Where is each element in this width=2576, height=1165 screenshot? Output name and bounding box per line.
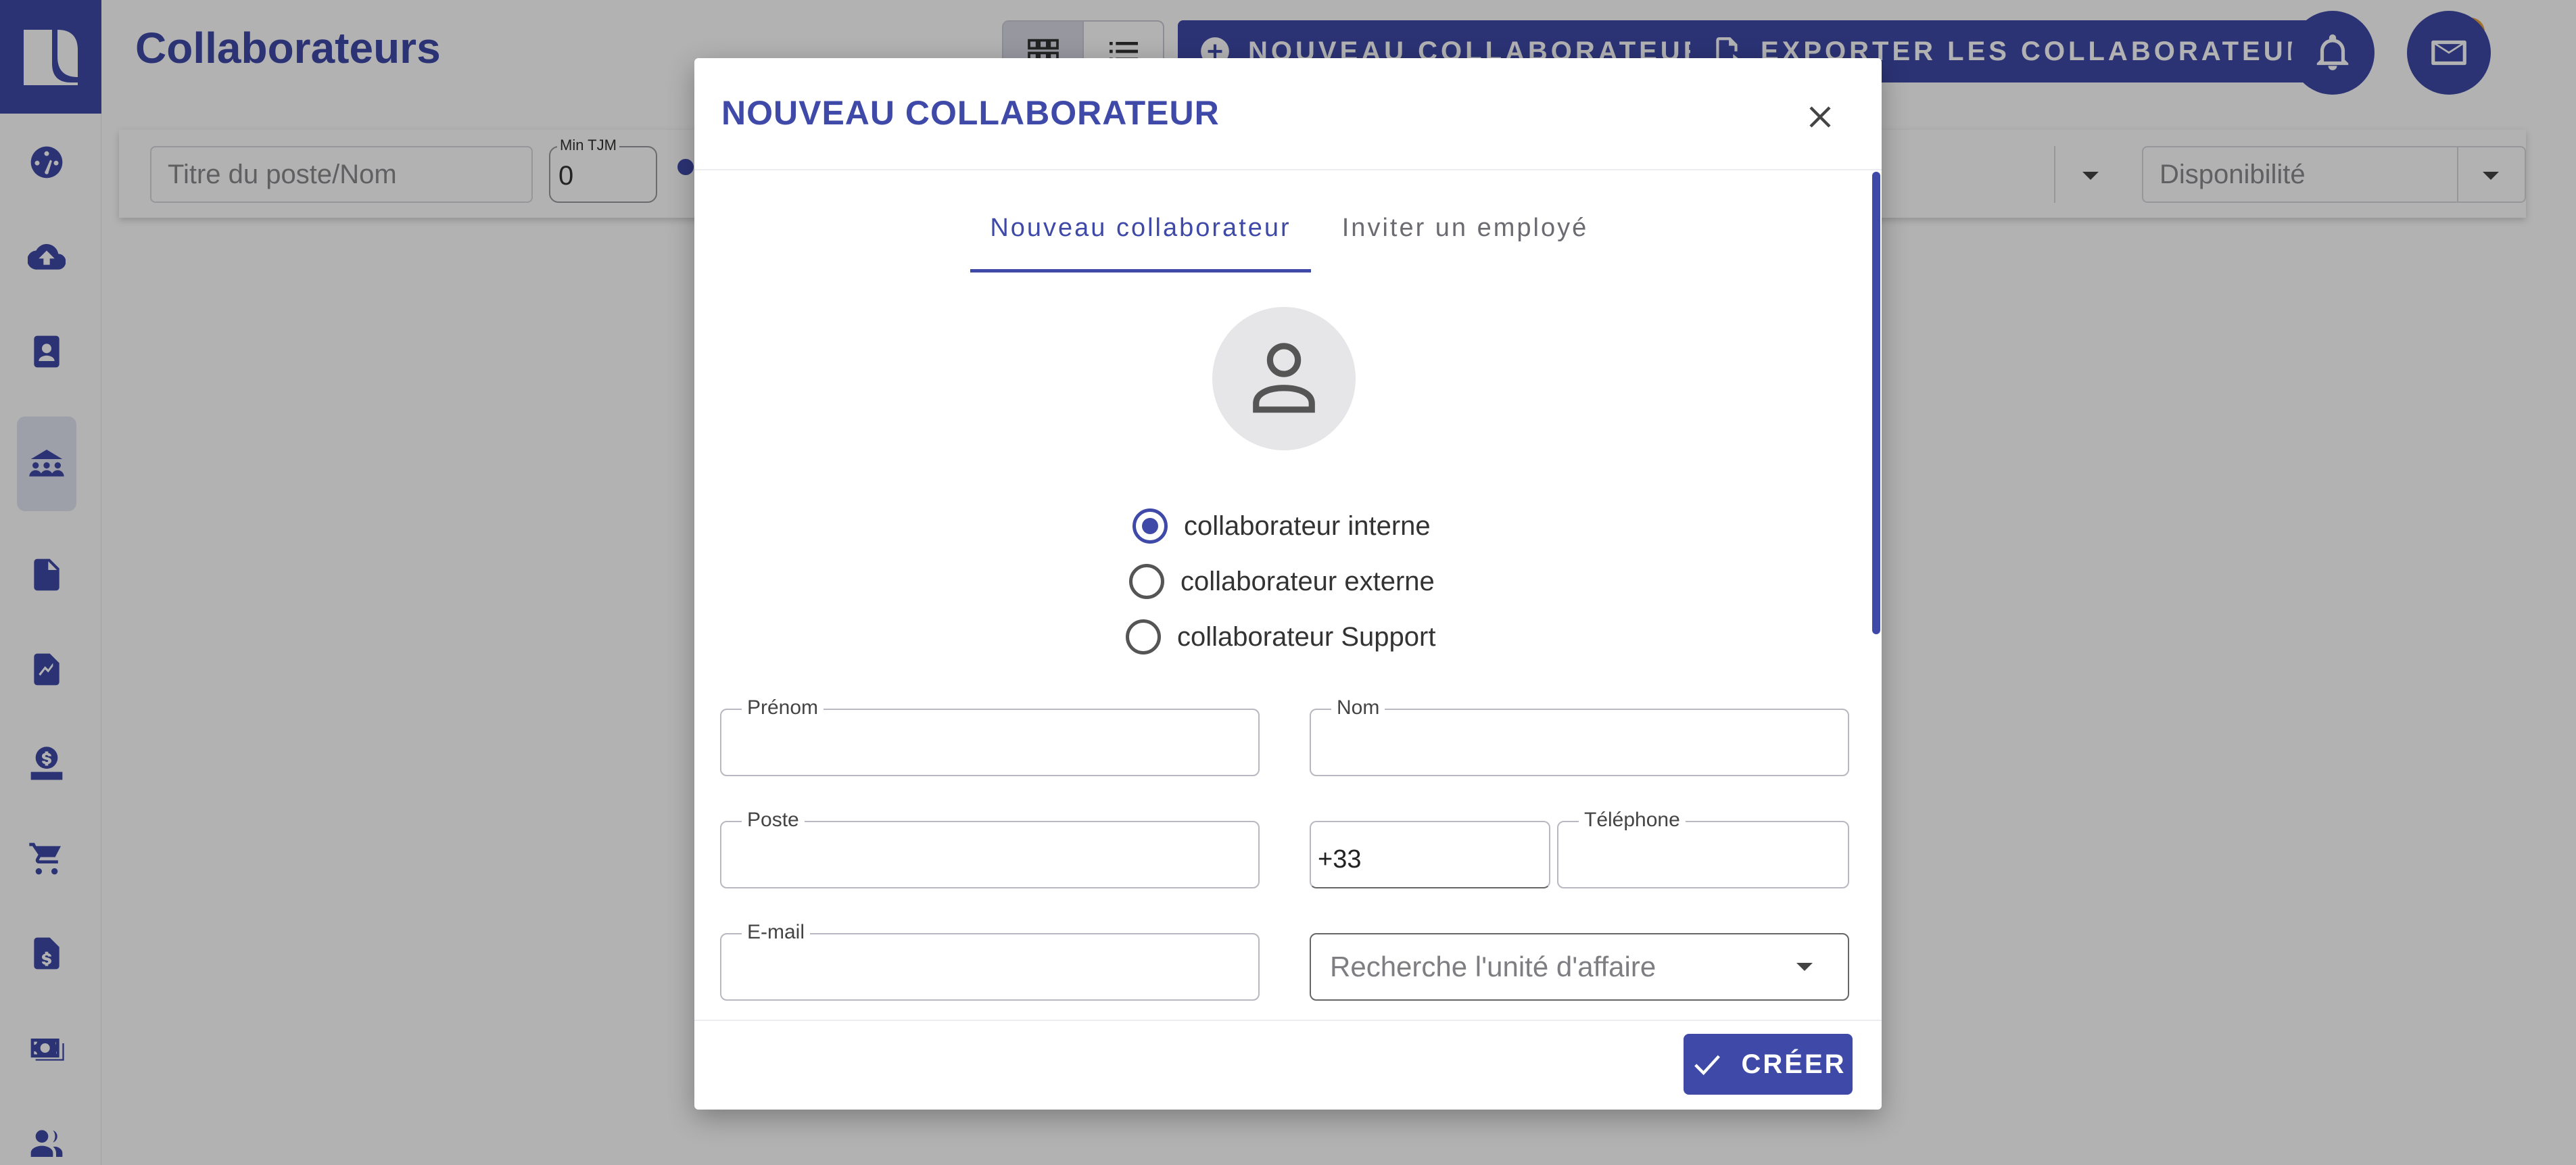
type-option-support[interactable]: collaborateur Support [1126,619,1435,655]
dialog-scrollbar[interactable] [1872,172,1880,634]
last-name-label: Nom [1331,696,1385,719]
first-name-label: Prénom [742,696,824,719]
profile-photo-upload[interactable] [1212,307,1356,450]
person-icon [1253,343,1315,413]
dialog-header-divider [694,169,1882,170]
type-option-external[interactable]: collaborateur externe [1129,564,1435,599]
phone-prefix-field[interactable]: +33 [1310,821,1550,888]
create-label: CRÉER [1741,1049,1846,1079]
email-label: E-mail [742,921,811,944]
active-tab-indicator [970,269,1311,272]
radio-label-external: collaborateur externe [1180,566,1435,596]
position-label: Poste [742,809,805,832]
chevron-down-icon [1796,963,1813,971]
radio-external[interactable] [1129,564,1164,599]
check-icon [1694,1055,1721,1076]
email-field[interactable]: E-mail [720,921,1260,1001]
business-unit-placeholder: Recherche l'unité d'affaire [1330,951,1656,982]
radio-internal[interactable] [1132,508,1168,544]
close-icon [1809,106,1831,128]
first-name-field[interactable]: Prénom [720,696,1260,776]
tab-invite-employee[interactable]: Inviter un employé [1337,214,1594,243]
radio-label-support: collaborateur Support [1177,621,1436,652]
radio-support[interactable] [1126,619,1161,655]
type-option-internal[interactable]: collaborateur interne [1132,508,1431,544]
tab-new-collaborator[interactable]: Nouveau collaborateur [970,214,1311,243]
phone-label: Téléphone [1579,809,1686,832]
phone-prefix-value: +33 [1318,845,1362,874]
last-name-field[interactable]: Nom [1310,696,1849,776]
position-field[interactable]: Poste [720,809,1260,888]
dialog-footer-divider [694,1020,1882,1021]
close-button[interactable] [1796,93,1844,141]
new-collaborator-dialog: NOUVEAU COLLABORATEUR Nouveau collaborat… [694,58,1882,1110]
dialog-title: NOUVEAU COLLABORATEUR [721,94,1220,132]
radio-label-internal: collaborateur interne [1184,510,1431,541]
create-button[interactable]: CRÉER [1684,1034,1853,1095]
phone-field[interactable]: Téléphone [1557,809,1849,888]
business-unit-select[interactable]: Recherche l'unité d'affaire [1310,933,1849,1001]
